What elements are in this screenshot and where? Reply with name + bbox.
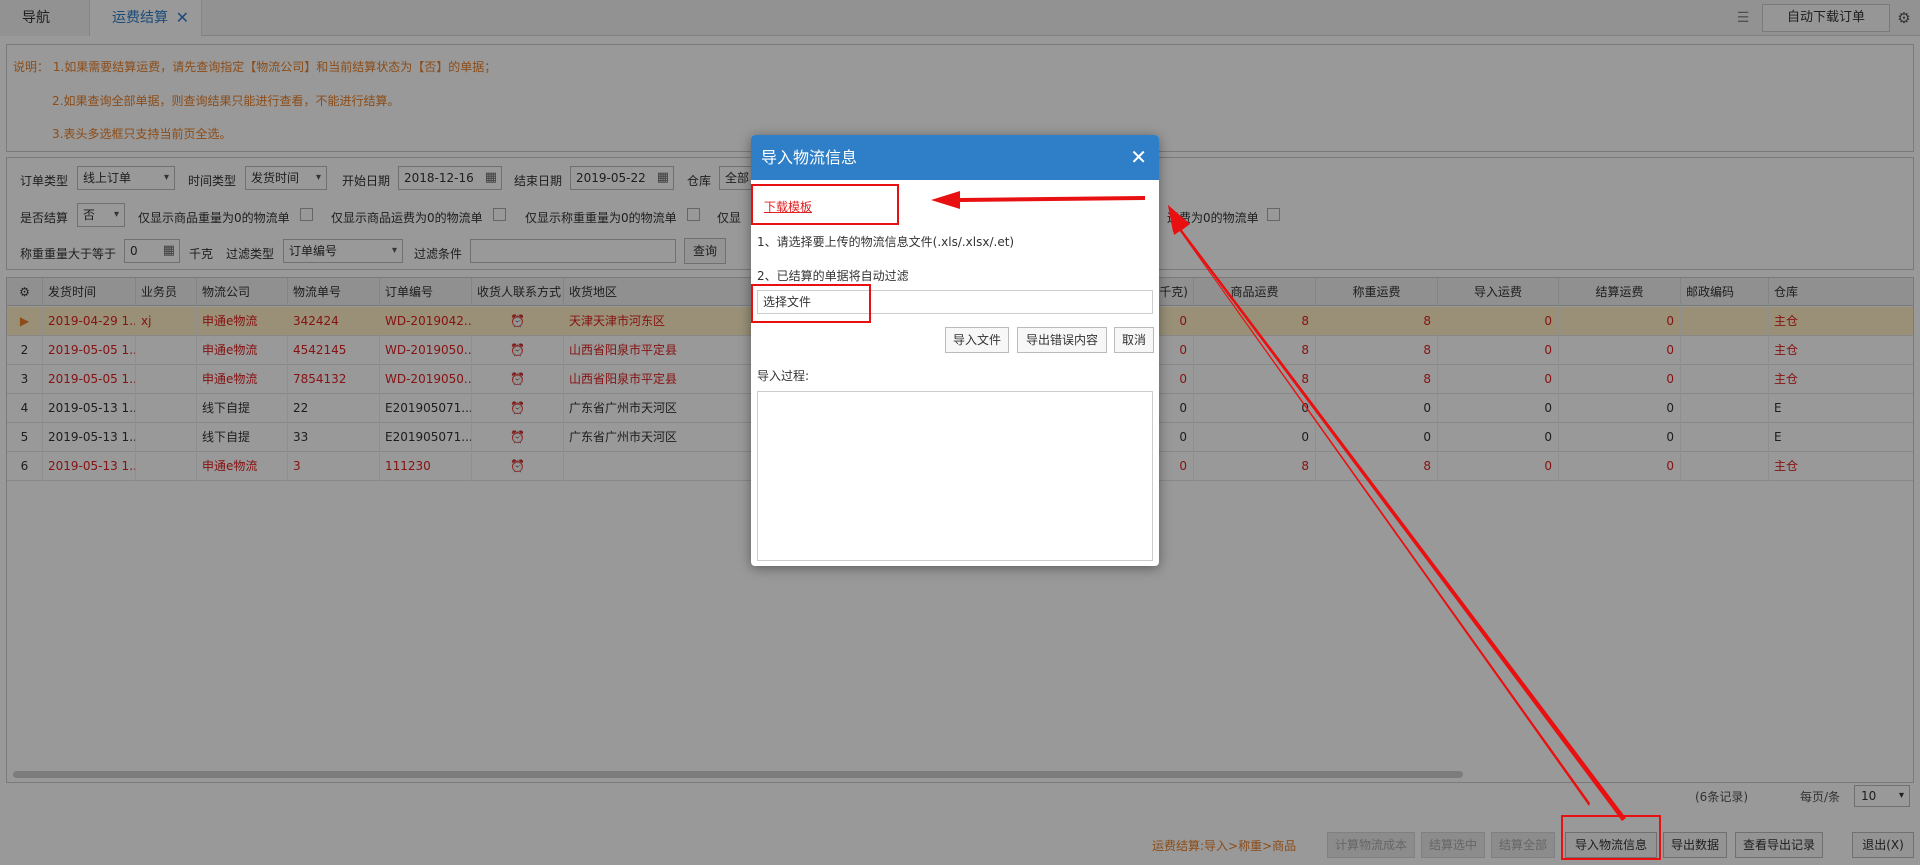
cancel-button[interactable]: 取消 [1114, 327, 1154, 353]
dialog-header: 导入物流信息 ✕ [751, 135, 1159, 180]
dialog-title: 导入物流信息 [761, 148, 858, 167]
annotation-box-download-template [751, 184, 899, 225]
import-process-label: 导入过程: [757, 369, 810, 383]
instruction-1: 1、请选择要上传的物流信息文件(.xls/.xlsx/.et) [757, 235, 1015, 249]
instruction-2: 2、已结算的单据将自动过滤 [757, 269, 909, 283]
import-process-log [757, 391, 1153, 561]
annotation-box-import-button [1561, 815, 1661, 860]
close-icon[interactable]: ✕ [1130, 135, 1147, 180]
import-file-button[interactable]: 导入文件 [945, 327, 1009, 353]
export-errors-button[interactable]: 导出错误内容 [1017, 327, 1107, 353]
annotation-box-choose-file [751, 284, 871, 323]
